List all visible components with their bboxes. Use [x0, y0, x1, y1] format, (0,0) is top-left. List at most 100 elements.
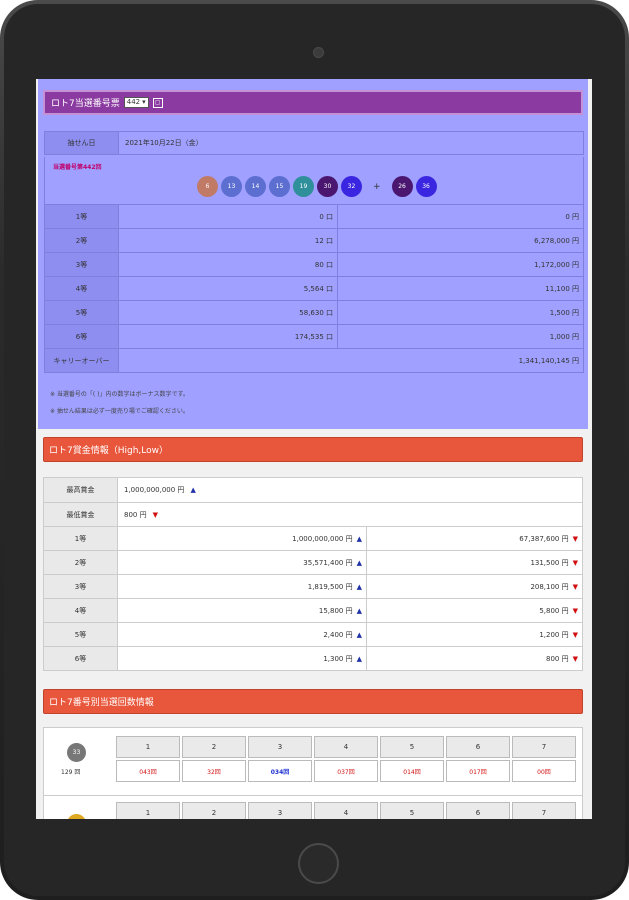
carryover-row: キャリーオーバー 1,341,140,145 円 [44, 349, 584, 373]
rank-label: 4等 [45, 277, 119, 300]
rank-label: 6等 [45, 325, 119, 348]
low-prize: 5,800 円 [539, 606, 569, 615]
down-arrow-icon: ▼ [152, 510, 158, 519]
result-row: 4等 5,564 口 11,100 円 [44, 277, 584, 301]
position-header: 7 [512, 802, 576, 819]
position-header: 3 [248, 736, 312, 758]
rank-label: 2等 [45, 229, 119, 252]
number-ball: 33 [67, 743, 86, 762]
count-info-table: 33 129 回 1 2 3 4 5 6 7 043回 32回 034回 037… [43, 727, 583, 819]
up-arrow-icon: ▲ [356, 654, 362, 663]
rank-label: 4等 [44, 599, 118, 622]
low-prize: 67,387,600 円 [519, 534, 569, 543]
prize-row: 6等 1,300 円 ▲ 800 円 ▼ [44, 646, 582, 670]
results-title: ロト7当選番号票 [51, 99, 120, 109]
prize-row: 1等 1,000,000,000 円 ▲ 67,387,600 円 ▼ [44, 526, 582, 550]
position-header: 6 [446, 802, 510, 819]
main-number-ball: 13 [221, 176, 242, 197]
date-value: 2021年10月22日（金） [125, 139, 203, 147]
winner-count: 174,535 口 [119, 325, 338, 348]
result-row: 3等 80 口 1,172,000 円 [44, 253, 584, 277]
results-header: ロト7当選番号票 442 ▾ ▢ [43, 90, 583, 115]
prize-row: 3等 1,819,500 円 ▲ 208,100 円 ▼ [44, 574, 582, 598]
rank-label: 6等 [44, 647, 118, 670]
rank-label: 3等 [44, 575, 118, 598]
rank-label: 5等 [45, 301, 119, 324]
position-count: 034回 [248, 760, 312, 782]
position-header: 5 [380, 802, 444, 819]
high-prize: 1,000,000,000 円 [292, 534, 353, 543]
camera-icon [313, 47, 324, 58]
result-panel: ロト7当選番号票 442 ▾ ▢ 抽せん日 2021年10月22日（金） 当選番… [38, 79, 588, 429]
main-number-ball: 14 [245, 176, 266, 197]
round-select[interactable]: 442 ▾ [123, 97, 149, 108]
rank-label: 1等 [44, 527, 118, 550]
prize-row: 2等 35,571,400 円 ▲ 131,500 円 ▼ [44, 550, 582, 574]
note-bonus: ※ 当選番号の「( )」内の数字はボーナス数字です。 [50, 391, 189, 398]
date-row: 抽せん日 2021年10月22日（金） [44, 131, 584, 155]
main-number-ball: 19 [293, 176, 314, 197]
prize-info-table: 最高賞金 1,000,000,000 円 ▲ 最低賞金 800 円 ▼ 1等 1,0… [43, 477, 583, 671]
main-number-ball: 30 [317, 176, 338, 197]
winner-count: 58,630 口 [119, 301, 338, 324]
high-prize: 35,571,400 円 [303, 558, 353, 567]
position-header: 4 [314, 802, 378, 819]
main-number-ball: 32 [341, 176, 362, 197]
up-arrow-icon: ▲ [356, 630, 362, 639]
date-table: 抽せん日 2021年10月22日（金） [44, 131, 584, 155]
high-prize: 2,400 円 [323, 630, 353, 639]
date-label: 抽せん日 [45, 132, 119, 154]
position-header: 4 [314, 736, 378, 758]
position-count: 014回 [380, 760, 444, 782]
result-row: 1等 0 口 0 円 [44, 205, 584, 229]
position-count: 037回 [314, 760, 378, 782]
max-prize-row: 最高賞金 1,000,000,000 円 ▲ [44, 478, 582, 502]
screen: ロト7当選番号票 442 ▾ ▢ 抽せん日 2021年10月22日（金） 当選番… [36, 79, 592, 819]
position-header: 2 [182, 802, 246, 819]
position-count: 00回 [512, 760, 576, 782]
note-confirm: ※ 抽せん結果は必ず一度売り場でご確認ください。 [50, 408, 189, 415]
up-arrow-icon: ▲ [356, 534, 362, 543]
go-icon[interactable]: ▢ [152, 97, 163, 108]
low-prize: 800 円 [546, 654, 569, 663]
position-count-grid: 1 2 3 4 5 6 7 043回 32回 034回 037回 014回 01… [116, 736, 576, 782]
chevron-down-icon: ▾ [142, 98, 146, 106]
plus-sign: + [373, 181, 381, 192]
position-count: 32回 [182, 760, 246, 782]
position-header: 1 [116, 802, 180, 819]
main-number-ball: 15 [269, 176, 290, 197]
prize-amount: 11,100 円 [545, 284, 579, 293]
max-prize-value: 1,000,000,000 円 [124, 486, 185, 494]
result-row: 6等 174,535 口 1,000 円 [44, 325, 584, 349]
winner-count: 12 口 [119, 229, 338, 252]
bonus-number-ball: 26 [391, 176, 413, 197]
position-header: 3 [248, 802, 312, 819]
round-select-value: 442 [126, 98, 141, 106]
position-header: 5 [380, 736, 444, 758]
number-ball [67, 814, 86, 819]
number-count: 129 回 [61, 769, 81, 776]
position-count: 017回 [446, 760, 510, 782]
low-prize: 208,100 円 [530, 582, 569, 591]
carryover-value: 1,341,140,145 円 [518, 356, 579, 365]
home-button[interactable] [298, 843, 339, 884]
prize-amount: 1,172,000 円 [534, 260, 579, 269]
prize-amount: 1,000 円 [549, 332, 579, 341]
position-header: 1 [116, 736, 180, 758]
down-arrow-icon: ▼ [572, 654, 578, 663]
down-arrow-icon: ▼ [572, 558, 578, 567]
up-arrow-icon: ▲ [356, 558, 362, 567]
high-prize: 15,800 円 [318, 606, 353, 615]
main-number-ball: 6 [197, 176, 218, 197]
down-arrow-icon: ▼ [572, 630, 578, 639]
result-row: 2等 12 口 6,278,000 円 [44, 229, 584, 253]
down-arrow-icon: ▼ [572, 534, 578, 543]
high-prize: 1,819,500 円 [307, 582, 353, 591]
rank-label: 5等 [44, 623, 118, 646]
prize-amount: 6,278,000 円 [534, 236, 579, 245]
down-arrow-icon: ▼ [572, 606, 578, 615]
up-arrow-icon: ▲ [356, 606, 362, 615]
min-prize-label: 最低賞金 [44, 503, 118, 526]
carryover-label: キャリーオーバー [45, 349, 119, 372]
min-prize-value: 800 円 [124, 510, 147, 519]
